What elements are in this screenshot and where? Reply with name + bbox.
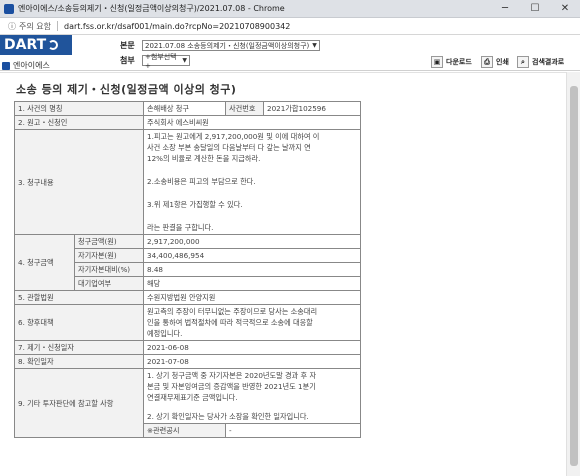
attach-row: 첨부 +첨부선택+ ▼ (120, 53, 190, 70)
printer-icon: ⎙ (481, 56, 493, 68)
row-label: 5. 관할법원 (14, 290, 144, 305)
attach-label: 첨부 (120, 56, 135, 65)
minimize-button[interactable]: ─ (490, 0, 520, 18)
attach-select-value: +첨부선택+ (145, 52, 177, 70)
url-text[interactable]: dart.fss.or.kr/dsaf001/main.do?rcpNo=202… (64, 22, 290, 31)
table-row: 5. 관할법원 수원지방법원 안양지원 (14, 290, 361, 305)
save-icon: ▣ (431, 56, 443, 68)
row-value: 2021-06-08 (143, 340, 361, 355)
table-row: 7. 제기・신청일자 2021-06-08 (14, 340, 361, 355)
row-value: - (225, 423, 361, 438)
text-line: 인을 통하여 법적절차에 따라 적극적으로 소송에 대응할 (147, 318, 313, 327)
row-value: 1.피고는 원고에게 2,917,200,000원 및 이에 대하여 이 사건 … (143, 129, 361, 235)
row-label: 4. 청구금액 (14, 234, 75, 291)
text-line: 연결재무제표기준 금액입니다. (147, 393, 238, 402)
row-sublabel: 청구금액(원) (74, 234, 144, 249)
row-value: 2,917,200,000 (143, 234, 361, 249)
window-titlebar: 엔아이에스/소송등의제기・신청(일정금액이상의청구)/2021.07.08 - … (0, 0, 580, 18)
search-results-label: 검색결과로 (532, 58, 565, 66)
table-row: 3. 청구내용 1.피고는 원고에게 2,917,200,000원 및 이에 대… (14, 129, 361, 235)
attach-select[interactable]: +첨부선택+ ▼ (142, 53, 190, 70)
row-value: 해당 (143, 276, 361, 291)
row-label: 3. 청구내용 (14, 129, 144, 235)
insecure-label[interactable]: 주의 요함 (19, 21, 51, 32)
text-line: 12%의 비율로 계산한 돈을 지급하라. (147, 154, 261, 163)
search-results-button[interactable]: ⌕ 검색결과로 (517, 56, 564, 68)
company-bar: 엔아이에스 (0, 59, 100, 72)
text-line: 원고측의 주장이 터무니없는 주장이므로 당사는 소송대리 (147, 307, 318, 316)
window-title: 엔아이에스/소송등의제기・신청(일정금액이상의청구)/2021.07.08 - … (18, 4, 285, 13)
search-icon: ⌕ (517, 56, 529, 68)
report-select[interactable]: 2021.07.08 소송등의제기・신청(일정금액이상의청구) ▼ (142, 40, 320, 51)
text-line: 1. 상기 청구금액 중 자기자본은 2020년도말 경과 후 자 (147, 371, 317, 380)
row-value: 34,400,486,954 (143, 248, 361, 263)
table-row: 8. 확인일자 2021-07-08 (14, 354, 361, 369)
warning-info-icon[interactable]: ⓘ (8, 21, 16, 32)
text-line: 3.위 제1항은 가집행할 수 있다. (147, 200, 243, 209)
maximize-button[interactable]: ☐ (520, 0, 550, 18)
row-label: 7. 제기・신청일자 (14, 340, 144, 355)
vertical-scrollbar[interactable] (566, 72, 580, 476)
scrollbar-thumb[interactable] (570, 86, 578, 466)
text-line: 2.소송비용은 피고의 부담으로 한다. (147, 177, 256, 186)
disclosure-table: 1. 사건의 명칭 손해배상 청구 사건번호 2021가합102596 2. 원… (14, 101, 361, 438)
company-icon (2, 61, 10, 70)
row-value: 원고측의 주장이 터무니없는 주장이므로 당사는 소송대리 인을 통하여 법적절… (143, 304, 361, 341)
download-button[interactable]: ▣ 다운로드 (431, 56, 472, 68)
close-button[interactable]: ✕ (550, 0, 580, 18)
row-label: 9. 기타 투자판단에 참고할 사항 (14, 368, 144, 438)
text-line: 예정입니다. (147, 329, 183, 338)
table-row: 2. 원고・신청인 주식회사 에스비씨원 (14, 115, 361, 130)
row-sublabel: ※관련공시 (143, 423, 226, 438)
row-value: 8.48 (143, 262, 361, 277)
text-line: 라는 판결을 구합니다. (147, 223, 214, 232)
row-value: 손해배상 청구 (143, 101, 226, 116)
document-title: 소송 등의 제기・신청(일정금액 이상의 청구) (16, 83, 237, 96)
table-row: 4. 청구금액 청구금액(원) 2,917,200,000 (14, 234, 361, 291)
company-name: 엔아이에스 (13, 61, 50, 70)
row-label: 2. 원고・신청인 (14, 115, 144, 130)
row-value: 수원지방법원 안양지원 (143, 290, 361, 305)
row-value: 1. 상기 청구금액 중 자기자본은 2020년도말 경과 후 자 본금 및 자… (143, 368, 361, 424)
download-label: 다운로드 (446, 58, 472, 66)
dart-logo-swirl-icon (48, 40, 59, 50)
row-label: 8. 확인일자 (14, 354, 144, 369)
text-line: 1.피고는 원고에게 2,917,200,000원 및 이에 대하여 이 (147, 132, 320, 141)
text-line: 사건 소장 부본 송달일의 다음날부터 다 갚는 날까지 연 (147, 143, 311, 152)
row-value: 2021가합102596 (263, 101, 361, 116)
report-select-value: 2021.07.08 소송등의제기・신청(일정금액이상의청구) (145, 41, 310, 50)
report-label: 본문 (120, 41, 135, 50)
dart-favicon-icon (4, 3, 14, 14)
print-label: 인쇄 (496, 58, 509, 66)
row-value: 2021-07-08 (143, 354, 361, 369)
document-area: 소송 등의 제기・신청(일정금액 이상의 청구) 1. 사건의 명칭 손해배상 … (0, 72, 580, 476)
chevron-down-icon: ▼ (182, 57, 187, 64)
text-line: 2. 상기 확인일자는 당사가 소장을 확인한 일자입니다. (147, 412, 309, 421)
row-label: 6. 향후대책 (14, 304, 144, 341)
table-row: 1. 사건의 명칭 손해배상 청구 사건번호 2021가합102596 (14, 101, 361, 116)
table-row: 9. 기타 투자판단에 참고할 사항 1. 상기 청구금액 중 자기자본은 20… (14, 368, 361, 438)
address-divider (56, 21, 58, 31)
table-row: 6. 향후대책 원고측의 주장이 터무니없는 주장이므로 당사는 소송대리 인을… (14, 304, 361, 341)
row-value: 주식회사 에스비씨원 (143, 115, 361, 130)
text-line: 본금 및 자본잉여금의 증감액을 반영한 2021년도 1분기 (147, 382, 316, 391)
row-sublabel: 대기업여부 (74, 276, 144, 291)
row-sublabel: 자기자본대비(%) (74, 262, 144, 277)
print-button[interactable]: ⎙ 인쇄 (481, 56, 509, 68)
dart-logo[interactable]: DART (0, 35, 72, 55)
address-bar[interactable]: ⓘ 주의 요함 dart.fss.or.kr/dsaf001/main.do?r… (0, 18, 580, 35)
report-row: 본문 2021.07.08 소송등의제기・신청(일정금액이상의청구) ▼ (120, 40, 320, 51)
dart-logo-text: DART (4, 37, 47, 53)
row-sublabel: 사건번호 (225, 101, 264, 116)
row-label: 1. 사건의 명칭 (14, 101, 144, 116)
row-sublabel: 자기자본(원) (74, 248, 144, 263)
chevron-down-icon: ▼ (312, 42, 317, 49)
